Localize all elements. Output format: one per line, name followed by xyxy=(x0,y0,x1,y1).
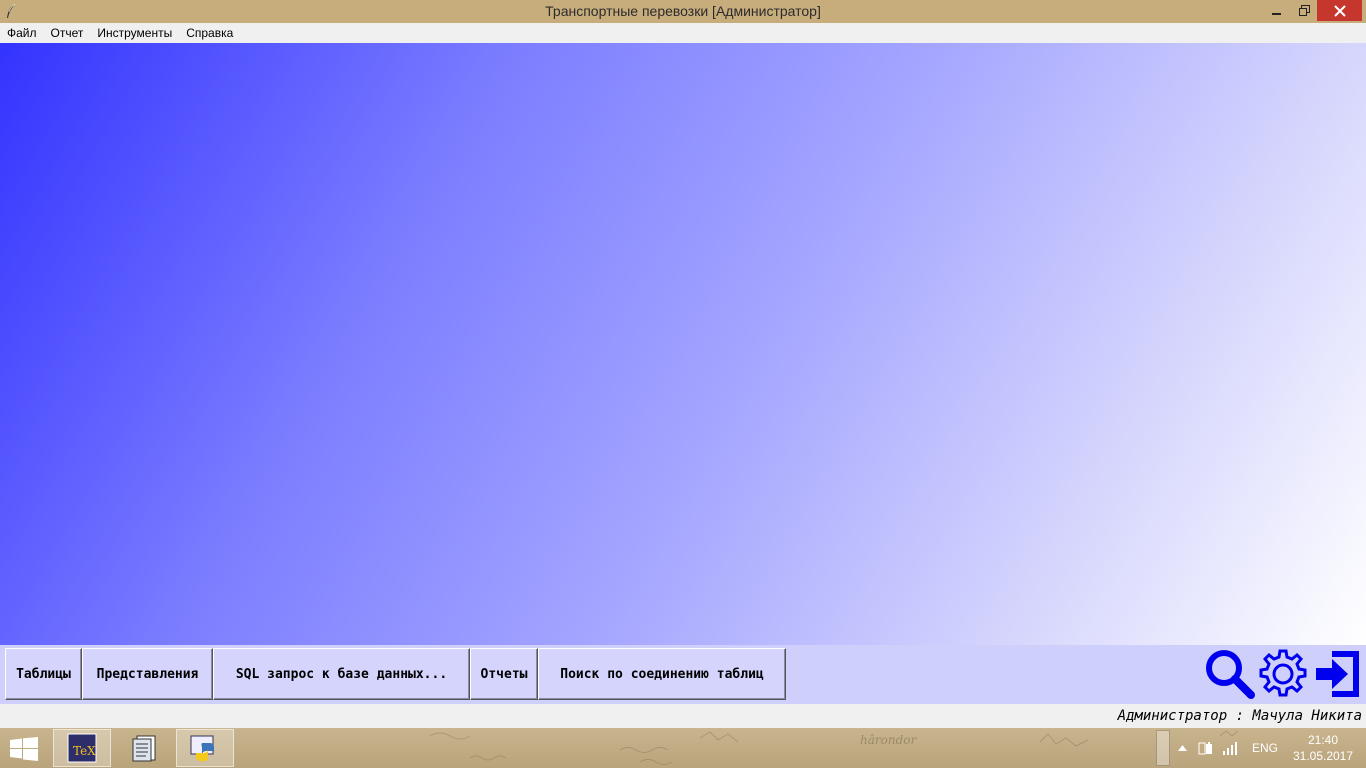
taskbar-clock[interactable]: 21:40 31.05.2017 xyxy=(1290,732,1356,764)
close-icon xyxy=(1333,4,1346,17)
input-language[interactable]: ENG xyxy=(1252,728,1278,768)
svg-text:hârondor: hârondor xyxy=(860,733,917,747)
exit-icon[interactable] xyxy=(1310,648,1362,700)
window-titlebar[interactable]: Транспортные перевозки [Администратор] xyxy=(0,0,1366,23)
menu-bar: Файл Отчет Инструменты Справка xyxy=(0,23,1366,43)
menu-report[interactable]: Отчет xyxy=(44,23,91,43)
taskbar: hârondor TeX ENG 21:40 31.05.2017 xyxy=(0,728,1366,768)
texmaker-icon: TeX xyxy=(67,733,97,763)
python-icon xyxy=(190,735,214,761)
status-bar: Администратор : Мачула Никита xyxy=(0,704,1366,728)
reports-button[interactable]: Отчеты xyxy=(470,648,538,700)
taskbar-app-file-manager[interactable] xyxy=(115,729,173,767)
sql-query-button[interactable]: SQL запрос к базе данных... xyxy=(213,648,470,700)
svg-text:TeX: TeX xyxy=(73,744,96,758)
window-title: Транспортные перевозки [Администратор] xyxy=(545,3,821,19)
tray-expand-icon[interactable] xyxy=(1176,740,1188,756)
minimize-button[interactable] xyxy=(1263,0,1291,21)
minimize-icon xyxy=(1272,12,1281,15)
network-signal-icon[interactable] xyxy=(1221,740,1241,756)
taskbar-app-texmaker[interactable]: TeX xyxy=(53,729,111,767)
power-battery-icon[interactable] xyxy=(1197,740,1217,756)
close-button[interactable] xyxy=(1317,0,1362,21)
clock-time: 21:40 xyxy=(1307,733,1339,747)
tables-button[interactable]: Таблицы xyxy=(5,648,82,700)
menu-help[interactable]: Справка xyxy=(179,23,240,43)
menu-file[interactable]: Файл xyxy=(0,23,44,43)
menu-tools[interactable]: Инструменты xyxy=(90,23,179,43)
show-desktop-grip[interactable] xyxy=(1156,730,1170,766)
windows-start-icon[interactable] xyxy=(10,737,38,761)
main-canvas xyxy=(0,43,1366,645)
file-manager-icon xyxy=(132,735,156,762)
join-search-button[interactable]: Поиск по соединению таблиц xyxy=(538,648,786,700)
taskbar-app-python[interactable] xyxy=(176,729,234,767)
clock-date: 31.05.2017 xyxy=(1292,749,1354,763)
restore-button[interactable] xyxy=(1291,0,1317,21)
bottom-toolbar: Таблицы Представления SQL запрос к базе … xyxy=(0,645,1366,704)
settings-gear-icon[interactable] xyxy=(1257,648,1309,700)
search-icon[interactable] xyxy=(1204,648,1256,700)
restore-icon xyxy=(1298,5,1310,16)
current-user-status: Администратор : Мачула Никита xyxy=(1117,708,1362,724)
views-button[interactable]: Представления xyxy=(82,648,213,700)
